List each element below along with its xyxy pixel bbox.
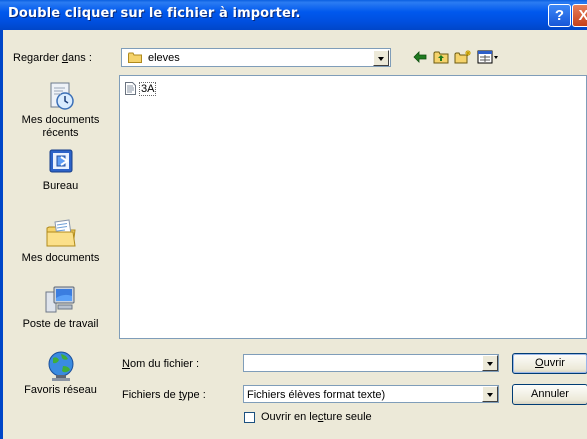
close-button[interactable]: X [572,4,587,27]
cancel-button[interactable]: Annuler [512,384,587,405]
text-file-icon [125,82,136,95]
my-documents-icon [46,219,76,247]
place-my-documents[interactable]: Mes documents [6,218,115,265]
file-name-dropdown-button[interactable] [482,355,498,371]
up-one-level-icon[interactable] [433,50,449,64]
look-in-value: eleves [148,52,180,64]
view-menu-icon[interactable] [477,50,499,64]
chevron-down-icon [378,57,384,61]
recent-documents-icon [50,82,74,110]
look-in-label: Regarder dans : [13,52,92,64]
chevron-down-icon [487,362,493,366]
dialog-title: Double cliquer sur le fichier à importer… [8,6,301,21]
new-folder-icon[interactable] [454,50,472,64]
file-type-dropdown-button[interactable] [482,386,498,402]
place-label: Mes documents récents [21,114,100,139]
place-label: Favoris réseau [24,384,97,396]
file-name: 3A [139,82,157,96]
chevron-down-icon [487,393,493,397]
file-name-label: Nom du fichier : [122,358,200,370]
desktop-icon [49,149,72,173]
read-only-label[interactable]: Ouvrir en lecture seule [261,411,372,423]
place-label: Mes documents [21,252,100,264]
file-type-label: Fichiers de type : [122,389,206,401]
window-border [0,30,3,439]
place-label: Bureau [42,180,79,192]
file-type-value: Fichiers élèves format texte) [247,389,386,401]
folder-icon [128,52,142,63]
place-label: Poste de travail [22,318,99,330]
file-type-select[interactable]: Fichiers élèves format texte) [243,385,499,403]
read-only-checkbox[interactable] [244,412,255,423]
network-places-icon [48,351,73,381]
place-recent-documents[interactable]: Mes documents récents [6,80,115,140]
place-network[interactable]: Favoris réseau [6,348,115,397]
place-desktop[interactable]: Bureau [6,148,115,193]
open-button[interactable]: Ouvrir [512,353,587,374]
look-in-dropdown-button[interactable] [373,50,389,66]
title-bar[interactable]: Double cliquer sur le fichier à importer… [0,0,587,30]
my-computer-icon [45,286,74,313]
help-button[interactable]: ? [548,4,571,27]
file-name-input[interactable] [243,354,499,372]
back-arrow-icon[interactable] [413,50,427,64]
look-in-dropdown[interactable]: eleves [121,48,391,67]
places-bar: Mes documents récents Bureau Mes documen… [6,72,115,436]
file-list[interactable]: 3A [119,75,587,339]
place-my-computer[interactable]: Poste de travail [6,284,115,331]
